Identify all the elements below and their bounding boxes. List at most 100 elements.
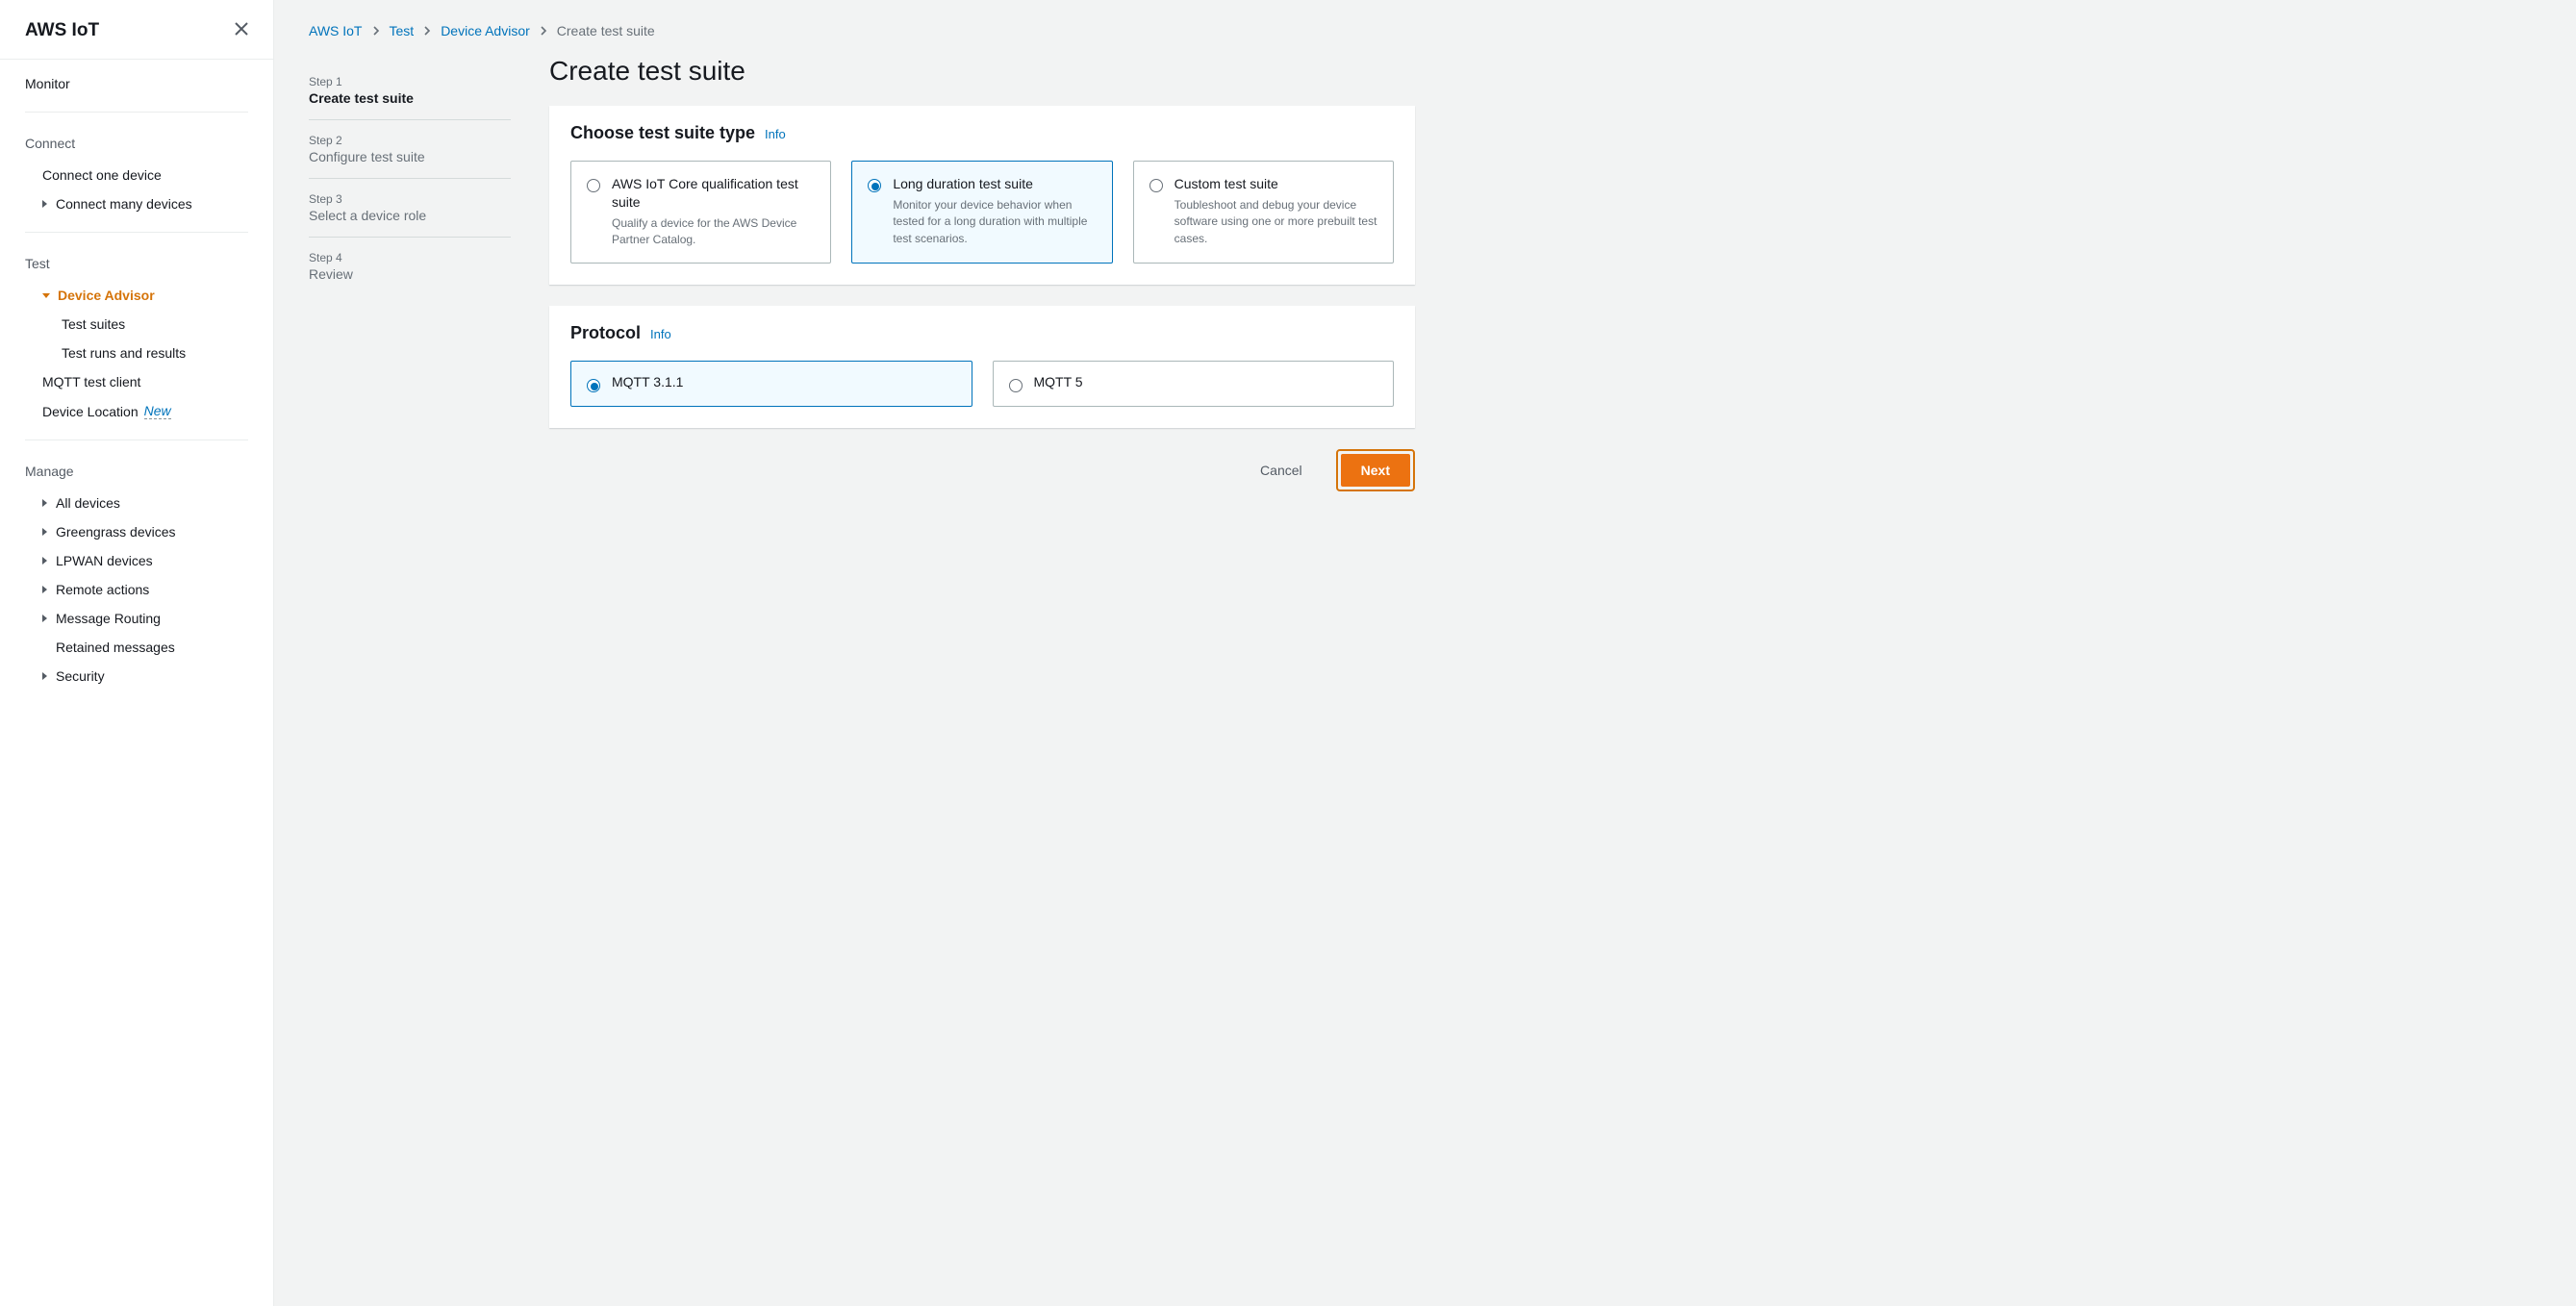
info-link[interactable]: Info xyxy=(650,327,671,341)
new-badge: New xyxy=(144,403,171,419)
breadcrumb-device-advisor[interactable]: Device Advisor xyxy=(441,23,530,38)
wizard-step-number: Step 4 xyxy=(309,251,511,264)
next-button[interactable]: Next xyxy=(1341,454,1410,487)
caret-right-icon xyxy=(42,499,47,507)
sidebar-item-lpwan[interactable]: LPWAN devices xyxy=(13,546,260,575)
caret-right-icon xyxy=(42,557,47,565)
radio-icon xyxy=(587,179,600,192)
caret-right-icon xyxy=(42,586,47,593)
sidebar-section-manage[interactable]: Manage xyxy=(13,454,260,489)
close-sidebar-button[interactable] xyxy=(235,19,248,41)
sidebar-item-security[interactable]: Security xyxy=(13,662,260,691)
sidebar-item-connect-many[interactable]: Connect many devices xyxy=(13,189,260,218)
wizard-step-2[interactable]: Step 2 Configure test suite xyxy=(309,120,511,179)
tile-description: Toubleshoot and debug your device softwa… xyxy=(1174,197,1377,247)
breadcrumb-current: Create test suite xyxy=(557,23,655,38)
sidebar-item-label: Greengrass devices xyxy=(56,524,176,540)
wizard-step-3[interactable]: Step 3 Select a device role xyxy=(309,179,511,238)
sidebar-item-message-routing[interactable]: Message Routing xyxy=(13,604,260,633)
sidebar-section-connect[interactable]: Connect xyxy=(13,126,260,161)
breadcrumb: AWS IoT Test Device Advisor Create test … xyxy=(309,23,2541,38)
panel-suite-type: Choose test suite type Info AWS IoT Core… xyxy=(549,106,1415,285)
wizard-step-1[interactable]: Step 1 Create test suite xyxy=(309,62,511,120)
panel-heading: Choose test suite type xyxy=(570,123,755,143)
sidebar-item-label: Device Advisor xyxy=(58,288,155,303)
chevron-right-icon xyxy=(534,23,553,38)
wizard-step-number: Step 1 xyxy=(309,75,511,88)
wizard-step-title: Review xyxy=(309,266,511,282)
breadcrumb-root[interactable]: AWS IoT xyxy=(309,23,363,38)
next-button-highlight: Next xyxy=(1336,449,1415,491)
sidebar-item-mqtt-client[interactable]: MQTT test client xyxy=(13,367,260,396)
chevron-right-icon xyxy=(417,23,437,38)
tile-title: Long duration test suite xyxy=(893,175,1096,193)
radio-icon xyxy=(1149,179,1163,192)
cancel-button[interactable]: Cancel xyxy=(1240,454,1323,487)
wizard-step-title: Select a device role xyxy=(309,208,511,223)
caret-right-icon xyxy=(42,672,47,680)
panel-protocol: Protocol Info MQTT 3.1.1 MQTT 5 xyxy=(549,306,1415,429)
sidebar-item-label: Connect one device xyxy=(42,167,162,183)
tile-protocol-mqtt311[interactable]: MQTT 3.1.1 xyxy=(570,361,972,408)
panel-heading: Protocol xyxy=(570,323,641,343)
tile-long-duration-suite[interactable]: Long duration test suite Monitor your de… xyxy=(851,161,1112,264)
breadcrumb-test[interactable]: Test xyxy=(390,23,415,38)
divider xyxy=(25,112,248,113)
sidebar-item-remote-actions[interactable]: Remote actions xyxy=(13,575,260,604)
sidebar-item-label: Device Location xyxy=(42,404,139,419)
sidebar-item-label: LPWAN devices xyxy=(56,553,153,568)
tile-description: Qualify a device for the AWS Device Part… xyxy=(612,215,815,249)
tile-custom-suite[interactable]: Custom test suite Toubleshoot and debug … xyxy=(1133,161,1394,264)
sidebar-item-device-advisor[interactable]: Device Advisor xyxy=(13,281,260,310)
page-title: Create test suite xyxy=(549,56,1415,87)
sidebar-title: AWS IoT xyxy=(25,20,99,41)
info-link[interactable]: Info xyxy=(765,127,786,141)
sidebar-item-monitor[interactable]: Monitor xyxy=(13,69,260,98)
tile-title: AWS IoT Core qualification test suite xyxy=(612,175,815,212)
sidebar-item-retained-messages[interactable]: Retained messages xyxy=(13,633,260,662)
sidebar-item-label: Monitor xyxy=(25,76,70,91)
sidebar-section-test[interactable]: Test xyxy=(13,246,260,281)
wizard-step-number: Step 3 xyxy=(309,192,511,206)
sidebar-item-label: Security xyxy=(56,668,105,684)
sidebar-item-label: MQTT test client xyxy=(42,374,140,389)
chevron-right-icon xyxy=(366,23,386,38)
wizard-step-number: Step 2 xyxy=(309,134,511,147)
footer-actions: Cancel Next xyxy=(549,449,1415,491)
tile-title: MQTT 5 xyxy=(1034,373,1378,391)
radio-icon xyxy=(868,179,881,192)
tile-description: Monitor your device behavior when tested… xyxy=(893,197,1096,247)
sidebar-item-label: Connect many devices xyxy=(56,196,192,212)
caret-right-icon xyxy=(42,200,47,208)
sidebar-header: AWS IoT xyxy=(0,0,273,60)
tile-qualification-suite[interactable]: AWS IoT Core qualification test suite Qu… xyxy=(570,161,831,264)
divider xyxy=(25,232,248,233)
tile-title: MQTT 3.1.1 xyxy=(612,373,956,391)
wizard-steps: Step 1 Create test suite Step 2 Configur… xyxy=(309,56,511,491)
tile-protocol-mqtt5[interactable]: MQTT 5 xyxy=(993,361,1395,408)
sidebar-item-label: Retained messages xyxy=(56,640,175,655)
sidebar-item-test-runs[interactable]: Test runs and results xyxy=(13,339,260,367)
wizard-step-title: Configure test suite xyxy=(309,149,511,164)
sidebar-item-label: Remote actions xyxy=(56,582,149,597)
sidebar-item-label: Test suites xyxy=(62,316,125,332)
sidebar-item-label: Test runs and results xyxy=(62,345,186,361)
sidebar-item-connect-one[interactable]: Connect one device xyxy=(13,161,260,189)
sidebar-item-all-devices[interactable]: All devices xyxy=(13,489,260,517)
main-content: AWS IoT Test Device Advisor Create test … xyxy=(274,0,2576,1306)
tile-title: Custom test suite xyxy=(1174,175,1377,193)
sidebar-item-label: All devices xyxy=(56,495,120,511)
sidebar-item-greengrass[interactable]: Greengrass devices xyxy=(13,517,260,546)
sidebar-item-device-location[interactable]: Device Location New xyxy=(13,396,260,426)
sidebar-item-test-suites[interactable]: Test suites xyxy=(13,310,260,339)
wizard-step-title: Create test suite xyxy=(309,90,511,106)
caret-right-icon xyxy=(42,528,47,536)
close-icon xyxy=(235,22,248,36)
caret-down-icon xyxy=(42,293,50,298)
radio-icon xyxy=(1009,379,1023,392)
sidebar: AWS IoT Monitor Connect Connect one devi… xyxy=(0,0,274,1306)
caret-right-icon xyxy=(42,615,47,622)
sidebar-item-label: Message Routing xyxy=(56,611,161,626)
radio-icon xyxy=(587,379,600,392)
wizard-step-4[interactable]: Step 4 Review xyxy=(309,238,511,295)
